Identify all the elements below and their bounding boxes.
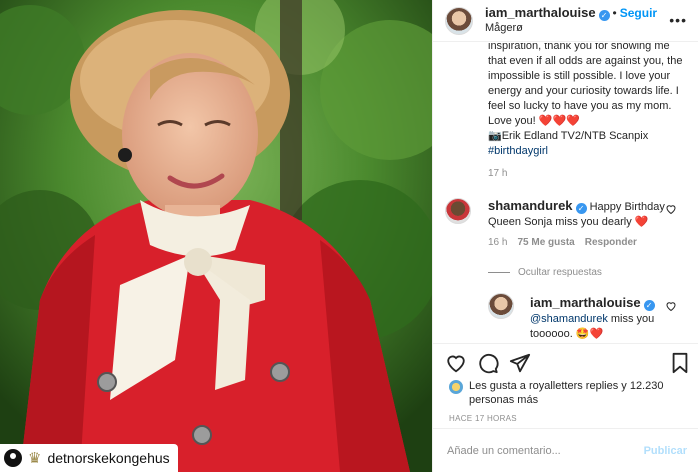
comments-list[interactable]: inspiration, thank you for showing me th… [433,43,698,343]
comment-bubble-icon[interactable] [477,352,499,374]
comment-username[interactable]: shamandurek [488,198,573,213]
location-link[interactable]: Mågerø [485,21,657,36]
post-comment-button[interactable]: Publicar [644,445,687,457]
add-comment-input[interactable] [447,444,644,457]
liker-username[interactable]: royalletters replies [529,380,618,392]
author-avatar[interactable] [445,6,473,35]
post-photo[interactable]: ♛ detnorskekongehus [0,0,432,472]
commenter-avatar[interactable] [445,198,471,224]
like-reply-heart-icon[interactable] [665,300,677,312]
save-bookmark-icon[interactable] [669,352,691,374]
post-header: iam_marthalouise ✓ • Seguir Mågerø ••• [433,0,698,42]
comment-meta: 16 h 75 Me gusta Responder [488,237,637,248]
comment-item: shamandurek ✓ Happy Birthday Queen Sonja … [488,198,678,230]
like-comment-heart-icon[interactable] [665,203,677,215]
reply-username[interactable]: iam_marthalouise [530,295,641,310]
photo-illustration [0,0,432,472]
caption-time: 17 h [488,168,508,179]
verified-badge-icon: ✓ [575,203,587,214]
reply-button[interactable]: Responder [585,237,637,248]
reply-item: iam_marthalouise ✓ @shamandurek miss you … [530,295,670,342]
liker-avatar [449,380,463,394]
likes-summary[interactable]: Les gusta a royalletters replies y 12.23… [449,379,689,407]
comment-time: 16 h [488,237,508,248]
mention-link[interactable]: @shamandurek [530,313,608,325]
caption-text: inspiration, thank you for showing me th… [488,43,688,159]
hashtag-link[interactable]: #birthdaygirl [488,144,688,159]
hide-replies-button[interactable]: Ocultar respuestas [488,267,602,278]
caption-body: that even if all odds are against you, t… [488,55,683,127]
caption-credit: 📷Erik Edland TV2/NTB Scanpix [488,130,649,142]
verified-badge-icon: ✓ [643,300,655,311]
watermark-text: detnorskekongehus [47,450,170,466]
comment-likes[interactable]: 75 Me gusta [517,237,574,248]
repost-logo-icon [4,449,22,467]
post-side-panel: iam_marthalouise ✓ • Seguir Mågerø ••• insp… [432,0,698,472]
post-timestamp[interactable]: HACE 17 HORAS [449,414,517,423]
follow-button[interactable]: Seguir [620,6,657,20]
likes-prefix: Les gusta a [469,380,526,392]
caption-line-cut: inspiration, thank you for showing me [488,43,670,52]
author-username[interactable]: iam_marthalouise [485,5,596,20]
verified-badge-icon: ✓ [598,10,610,21]
more-options-icon[interactable]: ••• [669,12,687,28]
reply-avatar[interactable] [488,293,514,319]
crown-icon: ♛ [28,449,42,467]
add-comment-bar: Publicar [433,428,698,472]
action-bar [433,343,698,383]
like-heart-icon[interactable] [445,352,467,374]
source-watermark: ♛ detnorskekongehus [0,444,178,472]
share-send-icon[interactable] [509,352,531,374]
separator-dot: • [612,6,617,20]
